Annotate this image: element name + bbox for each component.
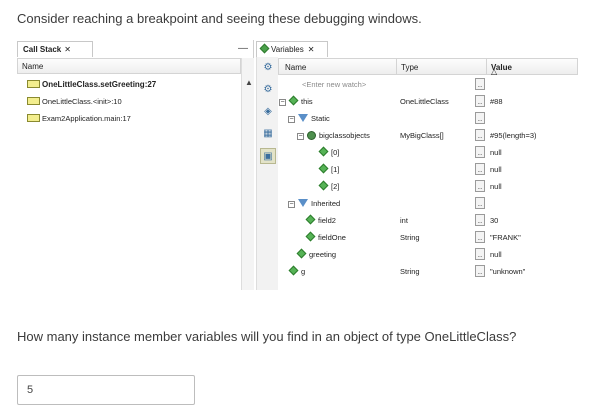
- value-editor-button[interactable]: ...: [475, 112, 485, 124]
- collapse-icon[interactable]: −: [279, 99, 286, 106]
- minimize-icon[interactable]: —: [238, 43, 248, 54]
- static-field-icon: [307, 131, 316, 140]
- collapse-icon[interactable]: −: [288, 201, 295, 208]
- close-icon[interactable]: ✕: [308, 45, 315, 54]
- column-type[interactable]: Type: [401, 63, 418, 72]
- variable-row[interactable]: [0] ... null: [278, 144, 578, 161]
- sort-ascending-icon: △: [491, 67, 498, 76]
- question-text: How many instance member variables will …: [17, 329, 517, 344]
- call-stack-tab-label: Call Stack: [23, 45, 62, 54]
- scroll-up-icon[interactable]: ▲: [245, 78, 253, 87]
- value-editor-button[interactable]: ...: [475, 78, 485, 90]
- value-editor-button[interactable]: ...: [475, 248, 485, 260]
- stack-frame-icon: [27, 97, 40, 105]
- variable-row[interactable]: − Static ...: [278, 110, 578, 127]
- field-icon: [318, 180, 329, 191]
- variable-row[interactable]: field2 int ... 30: [278, 212, 578, 229]
- variable-row[interactable]: − this OneLittleClass ... #88: [278, 93, 578, 110]
- call-stack-frame[interactable]: OneLittleClass.setGreeting:27: [27, 80, 156, 94]
- answer-input[interactable]: 5: [17, 375, 195, 405]
- variable-row[interactable]: − Inherited ...: [278, 195, 578, 212]
- variables-panel: Variables ✕ Name Type △ Value <Enter new …: [256, 40, 578, 290]
- value-editor-button[interactable]: ...: [475, 163, 485, 175]
- variable-row[interactable]: [1] ... null: [278, 161, 578, 178]
- call-stack-scrollbar[interactable]: ▲: [241, 58, 254, 290]
- field-icon: [318, 163, 329, 174]
- intro-text: Consider reaching a breakpoint and seein…: [17, 11, 422, 26]
- field-icon: [318, 146, 329, 157]
- variable-row[interactable]: greeting ... null: [278, 246, 578, 263]
- field-icon: [305, 214, 316, 225]
- static-node-icon: [298, 114, 308, 122]
- stack-frame-icon: [27, 80, 40, 88]
- field-icon: [305, 231, 316, 242]
- value-editor-button[interactable]: ...: [475, 146, 485, 158]
- value-editor-button[interactable]: ...: [475, 214, 485, 226]
- call-stack-panel: Call Stack ✕ — Name ▲ OneLittleClass.setG…: [17, 40, 254, 290]
- field-icon: [288, 95, 299, 106]
- variables-icon: [259, 43, 270, 54]
- variable-row[interactable]: fieldOne String ... "FRANK": [278, 229, 578, 246]
- tab-call-stack[interactable]: Call Stack ✕: [17, 41, 93, 57]
- variables-tab-label: Variables: [271, 45, 304, 54]
- close-icon[interactable]: ✕: [64, 45, 71, 54]
- field-icon: [296, 248, 307, 259]
- variable-row[interactable]: − bigclassobjects MyBigClass[] ... #95(le…: [278, 127, 578, 144]
- value-editor-button[interactable]: ...: [475, 95, 485, 107]
- inherited-node-icon: [298, 199, 308, 207]
- call-stack-frame[interactable]: OneLittleClass.<init>:10: [27, 97, 122, 111]
- value-editor-button[interactable]: ...: [475, 129, 485, 141]
- value-editor-button[interactable]: ...: [475, 180, 485, 192]
- field-icon: [288, 265, 299, 276]
- value-editor-button[interactable]: ...: [475, 265, 485, 277]
- collapse-icon[interactable]: −: [288, 116, 295, 123]
- call-stack-column-name[interactable]: Name: [17, 58, 241, 74]
- tab-variables[interactable]: Variables ✕: [256, 41, 328, 57]
- call-stack-frame[interactable]: Exam2Application.main:17: [27, 114, 131, 128]
- value-editor-button[interactable]: ...: [475, 197, 485, 209]
- column-name[interactable]: Name: [285, 63, 306, 72]
- value-editor-button[interactable]: ...: [475, 231, 485, 243]
- watch-row[interactable]: <Enter new watch> ...: [278, 76, 578, 93]
- variable-row[interactable]: g String ... "unknown": [278, 263, 578, 280]
- column-value[interactable]: △ Value: [491, 63, 512, 76]
- stack-frame-icon: [27, 114, 40, 122]
- variable-row[interactable]: [2] ... null: [278, 178, 578, 195]
- variables-header: Name Type △ Value: [278, 58, 578, 76]
- collapse-icon[interactable]: −: [297, 133, 304, 140]
